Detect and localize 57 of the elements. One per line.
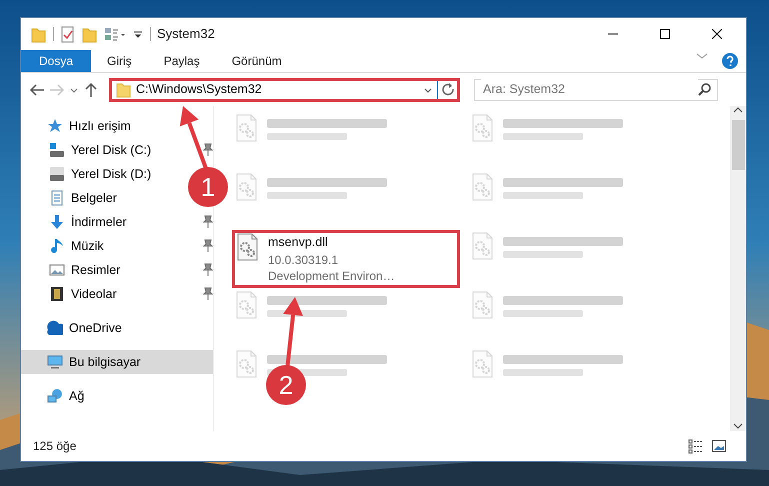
pin-icon[interactable] xyxy=(203,215,213,229)
large-icons-view-icon[interactable] xyxy=(712,440,726,452)
sidebar-item-icon xyxy=(47,354,63,370)
sidebar-item[interactable]: Bu bilgisayar xyxy=(47,350,143,374)
folder-icon xyxy=(31,26,47,42)
step-badge: 2 xyxy=(266,365,306,405)
sidebar-item[interactable]: Videolar xyxy=(49,282,119,306)
sidebar-item-icon xyxy=(49,142,65,158)
sidebar-item[interactable]: Resimler xyxy=(49,258,122,282)
item-count: 125 öğe xyxy=(33,438,76,455)
ribbon-tab[interactable]: Dosya xyxy=(21,50,92,72)
sidebar-item-icon xyxy=(47,320,63,336)
scroll-thumb[interactable] xyxy=(732,120,744,170)
scroll-down-icon[interactable] xyxy=(732,421,744,431)
sidebar-item-icon xyxy=(47,388,63,404)
sidebar-item[interactable]: Hızlı erişim xyxy=(47,114,133,138)
ribbon-tab[interactable]: Görünüm xyxy=(216,50,298,72)
sidebar-item-icon xyxy=(49,190,65,206)
address-field[interactable]: C:\Windows\System32 xyxy=(132,80,423,99)
dll-file-icon[interactable] xyxy=(236,233,260,263)
back-icon[interactable] xyxy=(29,82,45,98)
pin-icon[interactable] xyxy=(203,239,213,253)
help-icon[interactable] xyxy=(722,53,738,69)
ribbon-tab[interactable]: Giriş xyxy=(91,50,148,72)
sidebar-item[interactable]: Yerel Disk (C:) xyxy=(49,138,154,162)
ribbon-tab[interactable]: Paylaş xyxy=(148,50,216,72)
sidebar-item[interactable]: İndirmeler xyxy=(49,210,129,234)
sidebar-item-icon xyxy=(49,166,65,182)
scrollbar[interactable] xyxy=(730,106,746,431)
sidebar-item[interactable]: OneDrive xyxy=(47,316,124,340)
sidebar-item-icon xyxy=(49,214,65,230)
sidebar-item-icon xyxy=(47,118,63,134)
pin-icon[interactable] xyxy=(203,287,213,301)
file-detail: Development Environ… xyxy=(268,268,395,284)
window-title: System32 xyxy=(157,25,215,44)
address-bar[interactable]: C:\Windows\System32 xyxy=(109,78,460,102)
details-view-icon[interactable] xyxy=(688,438,704,454)
file-detail: 10.0.30319.1 xyxy=(268,252,340,268)
sidebar-item[interactable]: Yerel Disk (D:) xyxy=(49,162,154,186)
sidebar-item[interactable]: Belgeler xyxy=(49,186,119,210)
search-icon[interactable] xyxy=(698,83,711,96)
sidebar-item[interactable]: Ağ xyxy=(47,384,86,408)
sidebar-item[interactable]: Müzik xyxy=(49,234,106,258)
step-badge: 1 xyxy=(188,167,228,207)
close-icon xyxy=(712,29,722,39)
pin-icon[interactable] xyxy=(203,263,213,277)
sidebar-item-icon xyxy=(49,286,65,302)
properties-icon[interactable] xyxy=(60,26,76,42)
view-dropdown-icon[interactable] xyxy=(104,26,126,42)
sidebar-item-icon xyxy=(49,238,65,254)
file-name: msenvp.dll xyxy=(268,234,329,251)
pin-icon[interactable] xyxy=(203,143,213,157)
folder-icon xyxy=(116,82,132,98)
maximize-icon xyxy=(660,29,670,39)
search-field[interactable]: Ara: System32 xyxy=(474,78,718,100)
sidebar-item-icon xyxy=(49,262,65,278)
up-icon[interactable] xyxy=(83,82,99,98)
